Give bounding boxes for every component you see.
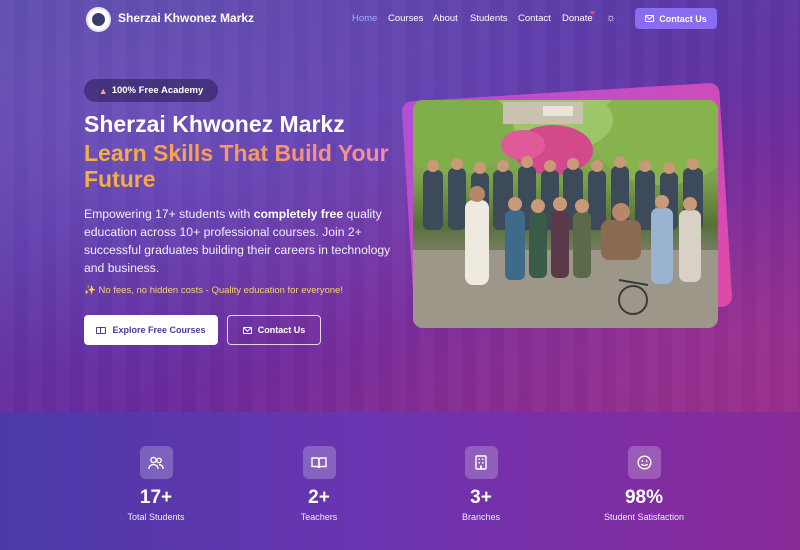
contact-us-button[interactable]: Contact Us <box>227 315 321 345</box>
stats-section: 17+ Total Students 2+ Teachers 3+ Branch… <box>0 412 800 550</box>
badge-label: 100% Free Academy <box>111 85 204 96</box>
stat-label: Teachers <box>300 512 338 522</box>
desc-bold: completely free <box>253 207 344 221</box>
graduation-cap-icon: ▲ <box>98 85 108 96</box>
stat-label: Total Students <box>127 512 185 522</box>
stat-branches: 3+ Branches <box>411 446 551 522</box>
hero-section: Sherzai Khwonez Markz Home Courses About… <box>0 0 800 412</box>
book-open-icon <box>96 326 107 334</box>
hero-description: Empowering 17+ students with completely … <box>84 205 399 277</box>
building-icon <box>464 446 498 479</box>
nav-donate[interactable]: Donate <box>562 13 593 24</box>
hero-subtitle: Learn Skills That Build Your Future <box>84 140 404 192</box>
sun-icon[interactable]: ☼ <box>606 12 616 24</box>
smile-icon <box>627 446 661 479</box>
group-photo <box>413 100 718 328</box>
stat-value: 3+ <box>470 487 492 508</box>
free-academy-badge: ▲ 100% Free Academy <box>84 79 218 102</box>
explore-courses-button[interactable]: Explore Free Courses <box>84 315 218 345</box>
explore-courses-label: Explore Free Courses <box>112 325 206 335</box>
mail-icon <box>242 326 252 334</box>
desc-prefix: Empowering 17+ students with <box>84 207 254 221</box>
free-note: ✨ No fees, no hidden costs - Quality edu… <box>84 285 343 296</box>
contact-us-nav-button[interactable]: Contact Us <box>635 8 717 29</box>
contact-us-nav-label: Contact Us <box>659 13 707 24</box>
hero-title: Sherzai Khwonez Markz <box>84 111 345 137</box>
stat-label: Branches <box>461 512 501 522</box>
stat-value: 17+ <box>139 487 173 508</box>
nav-contact[interactable]: Contact <box>518 13 551 24</box>
group-photo-illustration <box>413 100 718 328</box>
stat-label: Student Satisfaction <box>603 512 685 522</box>
brand-name[interactable]: Sherzai Khwonez Markz <box>118 11 254 25</box>
mail-icon <box>645 15 655 22</box>
heart-icon: ❤ <box>590 11 596 17</box>
stat-value: 2+ <box>308 487 330 508</box>
stat-satisfaction: 98% Student Satisfaction <box>574 446 714 522</box>
contact-us-label: Contact Us <box>257 325 306 335</box>
top-navbar: Sherzai Khwonez Markz Home Courses About… <box>0 0 800 38</box>
nav-students[interactable]: Students <box>470 13 508 24</box>
nav-home[interactable]: Home <box>352 13 377 24</box>
stat-teachers: 2+ Teachers <box>249 446 389 522</box>
stat-total-students: 17+ Total Students <box>86 446 226 522</box>
nav-courses[interactable]: Courses <box>388 13 423 24</box>
book-open-icon <box>302 446 336 479</box>
nav-about[interactable]: About <box>433 13 458 24</box>
school-seal-icon[interactable] <box>86 7 111 32</box>
stat-value: 98% <box>624 487 664 508</box>
users-icon <box>139 446 173 479</box>
